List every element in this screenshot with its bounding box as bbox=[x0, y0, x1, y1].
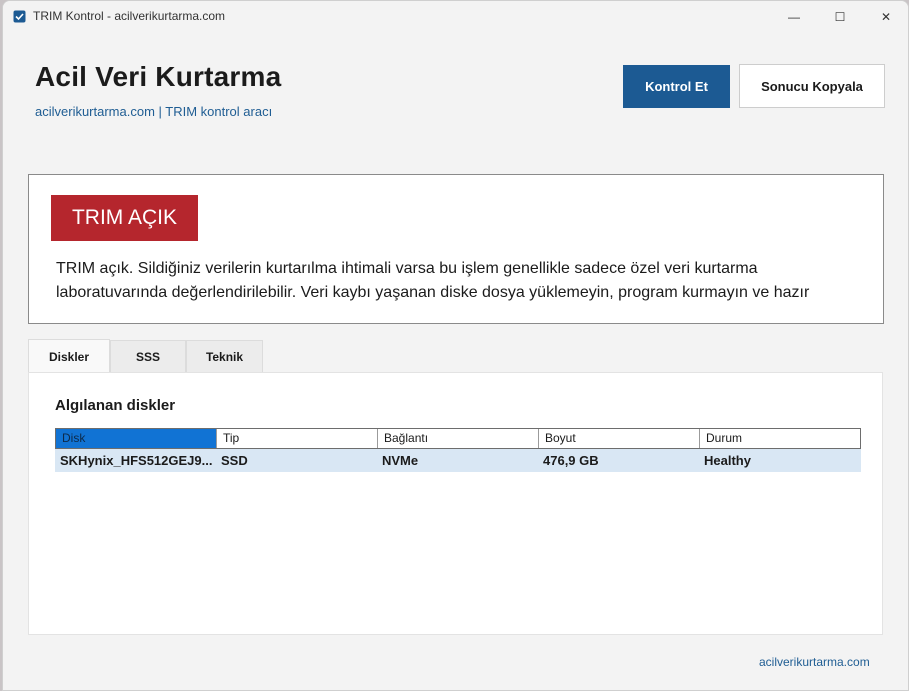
page-title: Acil Veri Kurtarma bbox=[35, 61, 282, 92]
status-panel: TRIM AÇIK TRIM açık. Sildiğiniz verileri… bbox=[28, 174, 884, 324]
close-button[interactable]: ✕ bbox=[863, 1, 908, 32]
cell-disk-size: 476,9 GB bbox=[543, 453, 599, 468]
page-subtitle-link[interactable]: acilverikurtarma.com | TRIM kontrol arac… bbox=[35, 104, 272, 119]
app-window: TRIM Kontrol - acilverikurtarma.com — ☐ … bbox=[2, 0, 909, 691]
column-header-size[interactable]: Boyut bbox=[539, 429, 700, 448]
minimize-button[interactable]: — bbox=[771, 1, 817, 32]
disk-table: Disk Tip Bağlantı Boyut Durum SKHynix_HF… bbox=[55, 428, 861, 472]
disks-section-title: Algılanan diskler bbox=[55, 397, 176, 414]
column-header-disk[interactable]: Disk bbox=[56, 429, 217, 448]
close-icon: ✕ bbox=[880, 9, 892, 24]
column-header-connection[interactable]: Bağlantı bbox=[378, 429, 539, 448]
window-title: TRIM Kontrol - acilverikurtarma.com bbox=[33, 9, 226, 23]
tab-bar: Diskler SSS Teknik bbox=[28, 339, 263, 373]
tab-disks[interactable]: Diskler bbox=[28, 339, 110, 373]
footer-website-link[interactable]: acilverikurtarma.com bbox=[759, 655, 870, 669]
tab-faq[interactable]: SSS bbox=[110, 340, 186, 373]
title-bar[interactable]: TRIM Kontrol - acilverikurtarma.com — ☐ … bbox=[3, 1, 908, 32]
disks-tab-panel: Algılanan diskler Disk Tip Bağlantı Boyu… bbox=[28, 372, 883, 635]
cell-disk-connection: NVMe bbox=[382, 453, 419, 468]
check-button[interactable]: Kontrol Et bbox=[623, 65, 730, 108]
maximize-icon: ☐ bbox=[834, 9, 846, 24]
maximize-button[interactable]: ☐ bbox=[817, 1, 863, 32]
cell-disk-name: SKHynix_HFS512GEJ9... bbox=[60, 453, 213, 468]
column-header-type[interactable]: Tip bbox=[217, 429, 378, 448]
cell-disk-status: Healthy bbox=[704, 453, 751, 468]
tab-technical[interactable]: Teknik bbox=[186, 340, 263, 373]
table-header: Disk Tip Bağlantı Boyut Durum bbox=[55, 428, 861, 449]
column-header-status[interactable]: Durum bbox=[700, 429, 860, 448]
status-description: TRIM açık. Sildiğiniz verilerin kurtarıl… bbox=[56, 257, 866, 305]
copy-result-button[interactable]: Sonucu Kopyala bbox=[739, 64, 885, 108]
app-checkbox-icon bbox=[13, 10, 26, 23]
minimize-icon: — bbox=[788, 9, 800, 24]
status-description-line: laboratuvarında değerlendirilebilir. Ver… bbox=[56, 284, 810, 301]
status-description-line: TRIM açık. Sildiğiniz verilerin kurtarıl… bbox=[56, 260, 758, 277]
cell-disk-type: SSD bbox=[221, 453, 248, 468]
table-row[interactable]: SKHynix_HFS512GEJ9... SSD NVMe 476,9 GB … bbox=[55, 449, 861, 472]
status-badge: TRIM AÇIK bbox=[51, 195, 198, 241]
